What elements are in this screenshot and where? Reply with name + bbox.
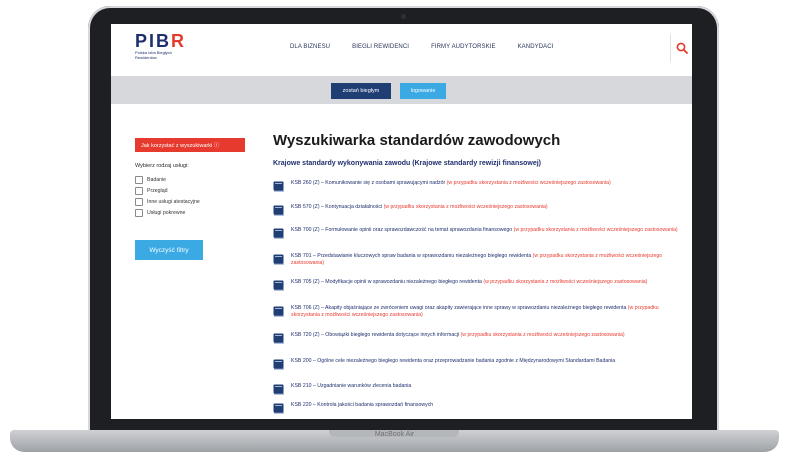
list-item[interactable]: KSB 220 – Kontrola jakości badania spraw… xyxy=(271,402,683,416)
item-title: KSB 705 (Z) – Modyfikacje opinii w spraw… xyxy=(291,279,484,285)
item-title: KSB 210 – Uzgadnianie warunków zlecenia … xyxy=(291,383,412,389)
section-title: Krajowe standardy wykonywania zawodu (Kr… xyxy=(273,160,542,167)
logo-main: PIB xyxy=(135,31,172,51)
list-item[interactable]: KSB 701 – Przedstawianie kluczowych spra… xyxy=(271,253,683,279)
book-icon xyxy=(273,205,284,216)
nav-firmy-audytorskie[interactable]: FIRMY AUDYTORSKIE xyxy=(431,44,496,50)
item-title: KSB 701 – Przedstawianie kluczowych spra… xyxy=(291,253,533,259)
book-icon xyxy=(273,280,284,291)
nav-kandydaci[interactable]: KANDYDACI xyxy=(518,44,554,50)
list-item[interactable]: KSB 706 (Z) – Akapity objaśniające ze zw… xyxy=(271,305,683,332)
list-item[interactable]: KSB 260 (Z) – Komunikowanie się z osobam… xyxy=(271,180,683,204)
list-item-text[interactable]: KSB 570 (Z) – Kontynuacja działalności (… xyxy=(291,204,683,211)
item-note: (w przypadku skorzystania z możliwości w… xyxy=(460,332,625,338)
filter-inne-uslugi[interactable]: Inne usługi atestacyjne xyxy=(135,196,200,207)
logo-wordmark: PIBR xyxy=(135,32,186,50)
book-icon xyxy=(273,181,284,192)
filter-label: Badanie xyxy=(147,176,167,183)
site-header: PIBR Polska Izba Biegłych Rewidentów DLA… xyxy=(111,24,692,72)
book-icon xyxy=(273,333,284,344)
item-title: KSB 720 (Z) – Obowiązki biegłego rewiden… xyxy=(291,332,461,338)
list-item[interactable]: KSB 210 – Uzgadnianie warunków zlecenia … xyxy=(271,383,683,402)
login-button[interactable]: logowanie xyxy=(400,83,446,99)
item-title: KSB 260 (Z) – Komunikowanie się z osobam… xyxy=(291,180,447,186)
item-title: KSB 570 (Z) – Kontynuacja działalności xyxy=(291,204,384,210)
list-item-text[interactable]: KSB 260 (Z) – Komunikowanie się z osobam… xyxy=(291,180,683,187)
filter-label: Inne usługi atestacyjne xyxy=(147,198,200,205)
item-note: (w przypadku skorzystania z możliwości w… xyxy=(513,227,678,233)
logo-subtitle: Polska Izba Biegłych Rewidentów xyxy=(135,50,172,60)
nav-biegli-rewidenci[interactable]: BIEGLI REWIDENCI xyxy=(352,44,409,50)
checkbox[interactable] xyxy=(135,175,143,184)
search-button[interactable] xyxy=(670,34,692,62)
main-nav: DLA BIZNESU BIEGLI REWIDENCI FIRMY AUDYT… xyxy=(290,44,576,50)
logo-accent: R xyxy=(171,31,187,51)
how-to-search-button[interactable]: Jak korzystać z wyszukiwarki ⓘ xyxy=(135,138,245,152)
checkbox[interactable] xyxy=(135,197,143,206)
item-title: KSB 220 – Kontrola jakości badania spraw… xyxy=(291,402,434,408)
service-filters: Badanie Przegląd Inne usługi atestacyjne… xyxy=(135,174,200,218)
list-item[interactable]: KSB 720 (Z) – Obowiązki biegłego rewiden… xyxy=(271,332,683,358)
camera-dot xyxy=(401,14,406,19)
item-title: KSB 200 – Ogólne cele niezależnego biegł… xyxy=(291,358,616,364)
list-item[interactable]: KSB 700 (Z) – Formułowanie opinii oraz s… xyxy=(271,227,683,253)
item-note: (w przypadku skorzystania z możliwości w… xyxy=(483,279,648,285)
search-icon xyxy=(676,42,688,54)
list-item-text[interactable]: KSB 705 (Z) – Modyfikacje opinii w spraw… xyxy=(291,279,683,286)
item-title: KSB 700 (Z) – Formułowanie opinii oraz s… xyxy=(291,227,514,233)
list-item-text[interactable]: KSB 200 – Ogólne cele niezależnego biegł… xyxy=(291,358,683,365)
item-note: (w przypadku skorzystania z możliwości w… xyxy=(446,180,611,186)
item-note: (w przypadku skorzystania z możliwości w… xyxy=(383,204,548,210)
filter-uslugi-pokrewne[interactable]: Usługi pokrewne xyxy=(135,207,200,218)
device-label: MacBook Air xyxy=(374,431,415,438)
page-title: Wyszukiwarka standardów zawodowych xyxy=(273,132,561,149)
filter-label: Przegląd xyxy=(147,187,168,194)
browser-screen: PIBR Polska Izba Biegłych Rewidentów DLA… xyxy=(111,24,692,419)
checkbox[interactable] xyxy=(135,186,143,195)
book-icon xyxy=(273,254,284,265)
item-title: KSB 706 (Z) – Akapity objaśniające ze zw… xyxy=(291,305,628,311)
nav-dla-biznesu[interactable]: DLA BIZNESU xyxy=(290,44,330,50)
list-item[interactable]: KSB 705 (Z) – Modyfikacje opinii w spraw… xyxy=(271,279,683,305)
book-icon xyxy=(273,403,284,414)
filter-badanie[interactable]: Badanie xyxy=(135,174,200,185)
list-item-text[interactable]: KSB 720 (Z) – Obowiązki biegłego rewiden… xyxy=(291,332,683,339)
list-item[interactable]: KSB 570 (Z) – Kontynuacja działalności (… xyxy=(271,204,683,227)
filter-przeglad[interactable]: Przegląd xyxy=(135,185,200,196)
list-item[interactable]: KSB 200 – Ogólne cele niezależnego biegł… xyxy=(271,358,683,383)
book-icon xyxy=(273,359,284,370)
list-item-text[interactable]: KSB 700 (Z) – Formułowanie opinii oraz s… xyxy=(291,227,683,234)
book-icon xyxy=(273,384,284,395)
list-item-text[interactable]: KSB 706 (Z) – Akapity objaśniające ze zw… xyxy=(291,305,683,319)
book-icon xyxy=(273,228,284,239)
checkbox[interactable] xyxy=(135,208,143,217)
list-item-text[interactable]: KSB 701 – Przedstawianie kluczowych spra… xyxy=(291,253,683,267)
standards-list: KSB 260 (Z) – Komunikowanie się z osobam… xyxy=(271,180,683,416)
service-type-heading: Wybierz rodzaj usługi: xyxy=(135,163,189,169)
become-auditor-button[interactable]: zostań biegłym xyxy=(331,83,391,99)
clear-filters-button[interactable]: Wyczyść filtry xyxy=(135,240,203,260)
book-icon xyxy=(273,306,284,317)
list-item-text[interactable]: KSB 220 – Kontrola jakości badania spraw… xyxy=(291,402,683,409)
list-item-text[interactable]: KSB 210 – Uzgadnianie warunków zlecenia … xyxy=(291,383,683,390)
filter-label: Usługi pokrewne xyxy=(147,209,186,216)
pibr-logo[interactable]: PIBR Polska Izba Biegłych Rewidentów xyxy=(135,32,186,60)
